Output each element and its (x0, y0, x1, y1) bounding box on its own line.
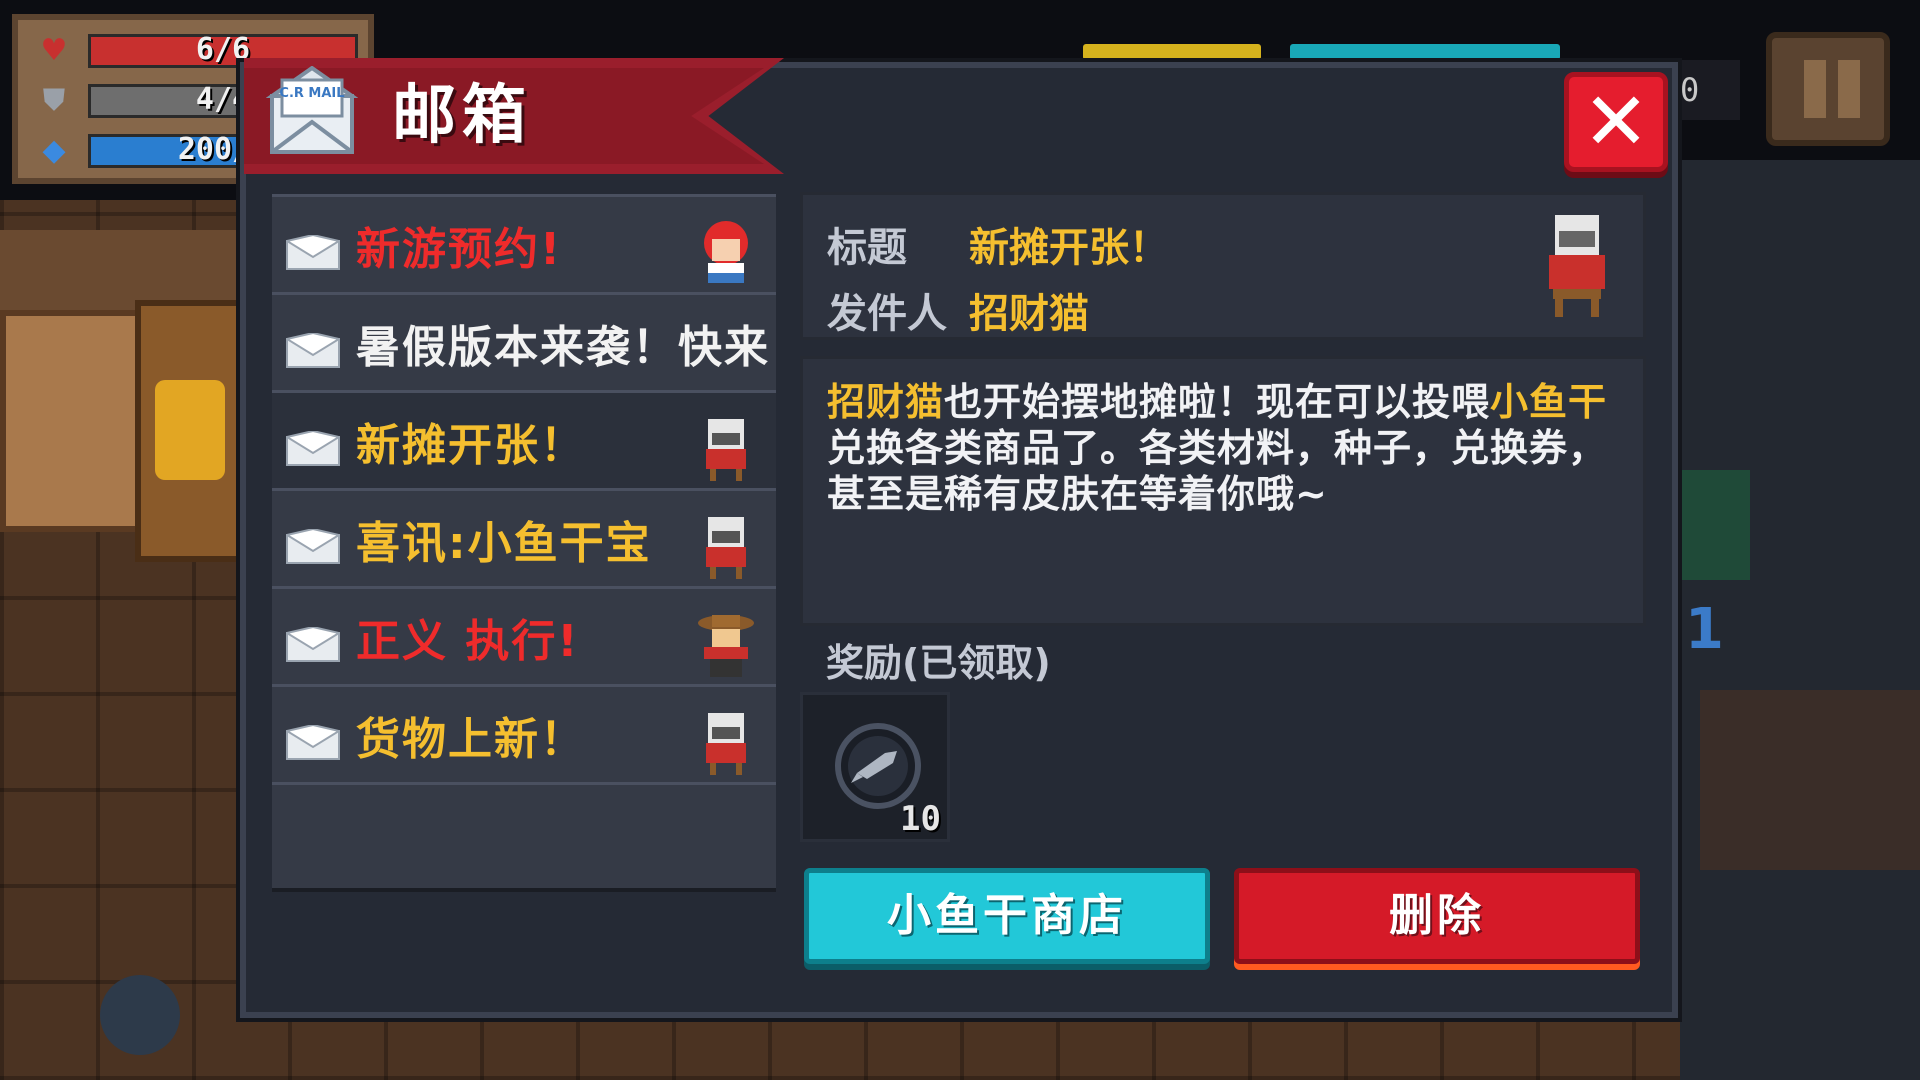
mail-list-item[interactable]: 暑假版本来袭！快来 (272, 292, 776, 402)
close-button[interactable]: ✕ (1564, 72, 1668, 172)
mail-subject: 新摊开张！ (356, 420, 586, 471)
mail-subject: 货物上新！ (356, 714, 586, 765)
body-highlight: 小鱼干 (1490, 380, 1608, 424)
close-icon: ✕ (1582, 75, 1650, 168)
mail-list-item-partial[interactable] (272, 782, 776, 892)
mailbox-title: 邮箱 (392, 79, 532, 153)
mail-list-item[interactable]: 新游预约! (272, 194, 776, 304)
heart-icon: ♥ (40, 33, 68, 68)
mail-body: 招财猫也开始摆地摊啦！现在可以投喂小鱼干兑换各类商品了。各类材料，种子，兑换券，… (800, 356, 1646, 626)
reward-label: 奖励(已领取) (826, 641, 1051, 685)
lucky-cat-icon (706, 517, 746, 579)
mailbox-header: C.R MAIL 邮箱 (244, 58, 784, 174)
green-cabinet (1680, 470, 1750, 580)
mail-list-item[interactable]: 喜讯:小鱼干宝 (272, 488, 776, 598)
mail-list-item[interactable]: 正义 执行! (272, 586, 776, 696)
mail-detail-header: 标题 新摊开张！ 发件人 招财猫 (800, 192, 1646, 340)
fish-coin-icon (835, 723, 921, 809)
fish-shop-button[interactable]: 小鱼干商店 (804, 868, 1210, 964)
envelope-icon (286, 431, 340, 466)
boss-bar-yellow (1083, 44, 1261, 60)
envelope-icon (286, 333, 340, 368)
pharaoh-head (155, 380, 225, 480)
pause-button[interactable] (1766, 32, 1890, 146)
hieroglyph-tablet (0, 310, 142, 532)
pause-icon (1804, 60, 1826, 118)
cowboy-icon (698, 615, 754, 677)
lucky-cat-icon (706, 713, 746, 775)
envelope-icon (286, 529, 340, 564)
lucky-cat-icon (706, 419, 746, 481)
mail-subject: 喜讯:小鱼干宝 (356, 518, 652, 569)
title-value: 新摊开张！ (969, 225, 1169, 271)
red-hair-girl-icon (704, 221, 748, 283)
reward-quantity: 10 (900, 799, 941, 839)
body-text: 兑换各类商品了。各类材料，种子，兑换券，甚至是稀有皮肤在等着你哦~ (827, 426, 1608, 516)
mail-list-item[interactable]: 货物上新！ (272, 684, 776, 794)
mail-subject: 新游预约! (356, 224, 563, 275)
envelope-icon (286, 627, 340, 662)
energy-gem-icon: ◆ (42, 133, 66, 168)
body-text: 也开始摆地摊啦！现在可以投喂 (944, 380, 1491, 424)
title-label: 标题 (827, 225, 907, 271)
mail-subject: 正义 执行! (356, 616, 580, 667)
sender-value: 招财猫 (969, 291, 1089, 337)
shield-icon: ⛊ (42, 83, 66, 118)
mail-list-item-selected[interactable]: 新摊开张！ (272, 390, 776, 500)
body-highlight: 招财猫 (827, 380, 945, 424)
envelope-icon (286, 235, 340, 270)
pause-icon-bar (1838, 60, 1860, 118)
delete-button[interactable]: 删除 (1234, 868, 1640, 964)
mail-subject: 暑假版本来袭！快来 (356, 322, 770, 373)
level-badge-icon: 1 (1685, 597, 1724, 662)
lucky-cat-avatar-icon (1549, 215, 1605, 317)
mail-body-text: 招财猫也开始摆地摊啦！现在可以投喂小鱼干兑换各类商品了。各类材料，种子，兑换券，… (827, 379, 1619, 517)
reward-slot: 10 (800, 692, 950, 842)
mail-icon-label: C.R MAIL (279, 86, 344, 101)
sender-label: 发件人 (827, 291, 947, 337)
mail-list[interactable]: 新游预约! 暑假版本来袭！快来 新摊开张！ 喜讯:小鱼干宝 正义 执行! 货物上… (272, 194, 776, 962)
mail-envelope-icon: C.R MAIL (266, 66, 358, 154)
boss-bar-cyan (1290, 44, 1560, 60)
workbench (1700, 690, 1920, 870)
barrel (100, 975, 180, 1055)
envelope-icon (286, 725, 340, 760)
